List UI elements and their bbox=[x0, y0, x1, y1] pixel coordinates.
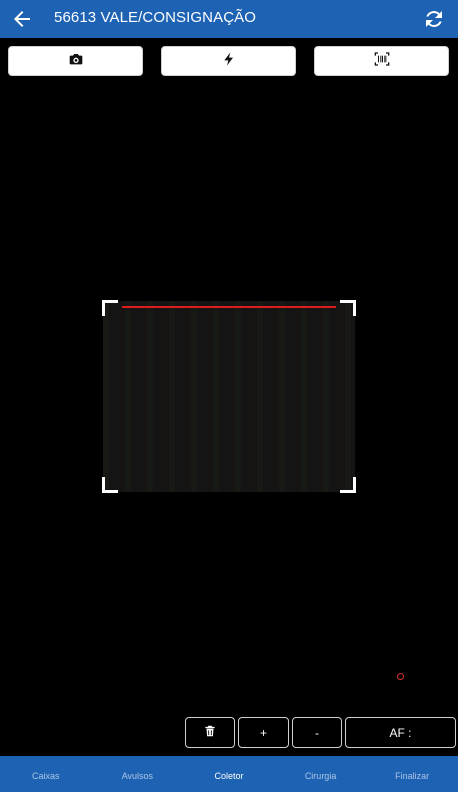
arrow-left-icon[interactable] bbox=[10, 7, 34, 31]
page-title: 56613 VALE/CONSIGNAÇÃO bbox=[54, 9, 257, 26]
flash-button[interactable] bbox=[161, 46, 296, 76]
nav-item-cirurgia[interactable]: Cirurgia bbox=[275, 756, 367, 792]
bottom-navigation: Caixas Avulsos Coletor Cirurgia Finaliza… bbox=[0, 756, 458, 792]
viewfinder-corner bbox=[102, 477, 118, 493]
autofocus-button[interactable]: AF : bbox=[345, 717, 456, 748]
barcode-scan-button[interactable] bbox=[314, 46, 449, 76]
nav-item-avulsos[interactable]: Avulsos bbox=[92, 756, 184, 792]
scan-viewfinder bbox=[102, 300, 356, 493]
flash-icon bbox=[221, 51, 237, 72]
nav-item-caixas[interactable]: Caixas bbox=[0, 756, 92, 792]
scan-laser-line bbox=[122, 306, 336, 308]
trash-icon bbox=[203, 724, 217, 741]
viewfinder-texture bbox=[103, 301, 355, 492]
camera-button[interactable] bbox=[8, 46, 143, 76]
increment-button[interactable]: + bbox=[238, 717, 289, 748]
barcode-scan-icon bbox=[374, 51, 390, 72]
viewfinder-corner bbox=[340, 477, 356, 493]
nav-item-finalizar[interactable]: Finalizar bbox=[366, 756, 458, 792]
viewfinder-corner bbox=[102, 300, 118, 316]
camera-icon bbox=[68, 51, 84, 72]
nav-item-coletor[interactable]: Coletor bbox=[183, 756, 275, 792]
viewfinder-corner bbox=[340, 300, 356, 316]
app-bar: 56613 VALE/CONSIGNAÇÃO bbox=[0, 0, 458, 38]
refresh-icon[interactable] bbox=[422, 7, 446, 31]
delete-button[interactable] bbox=[185, 717, 235, 748]
focus-indicator bbox=[397, 673, 404, 680]
decrement-button[interactable]: - bbox=[292, 717, 342, 748]
